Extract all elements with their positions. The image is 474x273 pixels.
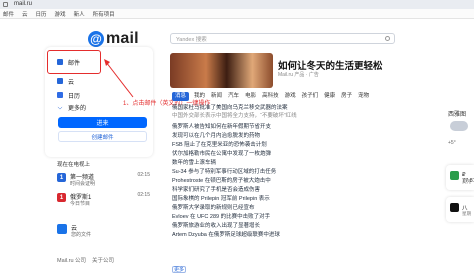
footer-link[interactable]: Mail.ru 公司 xyxy=(57,256,86,264)
news-item[interactable]: 俄国家杜马批准了美国向乌克兰移交武器的法案 xyxy=(172,104,422,112)
tv-row[interactable]: 1 第一频道 时间会证明 02:15 xyxy=(57,171,152,189)
news-item[interactable]: 数年的雪上滚车辆 xyxy=(172,159,422,167)
logo-text: mail xyxy=(106,30,139,47)
search-placeholder: Yandex 搜索 xyxy=(176,37,207,43)
footer: Mail.ru 公司 关于公司 xyxy=(57,256,114,264)
calendar-icon xyxy=(57,92,63,98)
tab-item[interactable]: 健康 xyxy=(323,92,336,101)
currency-label: 美元 xyxy=(462,179,471,184)
tab-item[interactable]: 电影 xyxy=(244,92,257,101)
bookmark-item[interactable]: 所有项目 xyxy=(93,10,115,18)
news-item[interactable]: Su-34 参与了特别军事行动区域的打击任务 xyxy=(172,168,422,176)
tv-title: 现在在电视上 xyxy=(57,162,91,168)
calendar-icon xyxy=(450,203,459,212)
bookmark-item[interactable]: 云 xyxy=(22,10,28,18)
tab-item[interactable]: 孩子们 xyxy=(301,92,320,101)
lock-icon xyxy=(3,2,8,7)
bookmarks-bar: 邮件 云 日历 游戏 新人 所有项目 xyxy=(0,9,474,19)
news-item[interactable]: Prohestroste 在顿巴斯的房子被大炮击中 xyxy=(172,177,422,185)
date-widget[interactable]: 八 星期 xyxy=(446,197,474,222)
news-item[interactable]: 发现可以在几个月内治愈脱发的药物 xyxy=(172,132,422,140)
cloud-icon xyxy=(57,224,67,234)
tab-news[interactable]: 消息 xyxy=(172,92,190,101)
show-time: 02:15 xyxy=(137,172,150,178)
tv-card: 现在在电视上 1 第一频道 时间会证明 02:15 1 俄罗斯1 今日节目 02… xyxy=(45,160,153,220)
currency-widget[interactable]: ₽ 77.81 美元 xyxy=(446,165,474,190)
news-item[interactable]: Artem Dzyuba 在俄罗斯足球超级联赛中进球 xyxy=(172,231,422,239)
service-label: 日历 xyxy=(68,93,81,100)
bookmark-item[interactable]: 游戏 xyxy=(55,10,66,18)
tab-item[interactable]: 高科技 xyxy=(261,92,280,101)
search-input[interactable]: Yandex 搜索 xyxy=(170,33,395,44)
search-icon[interactable] xyxy=(385,36,390,41)
chevron-down-icon xyxy=(57,104,63,110)
at-sign-icon: @ xyxy=(88,31,104,47)
hero-meta: Mail.ru 产品 · 广告 xyxy=(278,72,319,78)
more-news-button[interactable]: 更多 xyxy=(172,266,186,273)
show-name: 今日节目 xyxy=(70,201,91,207)
service-label: 更多的 xyxy=(68,105,87,112)
bookmark-item[interactable]: 邮件 xyxy=(3,10,14,18)
news-item[interactable]: 俄罗斯人被告知如何在新年假期节省开支 xyxy=(172,123,422,131)
footer-link[interactable]: 关于公司 xyxy=(92,256,114,264)
url-text[interactable]: mail.ru xyxy=(14,0,32,9)
highlight-box xyxy=(47,50,101,74)
bookmark-item[interactable]: 日历 xyxy=(36,10,47,18)
channel-logo: 1 xyxy=(57,193,66,202)
tab-item[interactable]: 游戏 xyxy=(284,92,297,101)
mail-logo[interactable]: @ mail xyxy=(88,30,139,48)
news-item[interactable]: 俄罗斯大学录取的新规则已经宣布 xyxy=(172,204,422,212)
show-name: 时间会证明 xyxy=(70,181,96,187)
cloud-icon xyxy=(57,78,63,84)
news-item[interactable]: 伏尔加格勒市民在公寓中发现了一枚炮弹 xyxy=(172,150,422,158)
channel-logo: 1 xyxy=(57,173,66,182)
news-tabs: 消息 我的 新闻 汽车 电影 高科技 游戏 孩子们 健康 房子 宠物 xyxy=(172,92,370,101)
tab-item[interactable]: 汽车 xyxy=(227,92,240,101)
cloud-weather-icon xyxy=(450,121,468,131)
news-item[interactable]: 科学家们研究了手机是否会造成伤害 xyxy=(172,186,422,194)
currency-icon xyxy=(450,171,459,180)
login-button[interactable]: 进来 xyxy=(58,117,147,128)
hero-title[interactable]: 如何让冬天的生活更轻松 xyxy=(278,58,383,72)
tab-item[interactable]: 新闻 xyxy=(210,92,223,101)
news-item[interactable]: Evloev 在 UFC 289 的比赛中击败了对手 xyxy=(172,213,422,221)
news-item[interactable]: 中国外交部长表示中国将全力支持，“不要破坏”红线 xyxy=(172,112,422,120)
news-item[interactable]: 国际象棋的 Prilepin 冠军前 Prilepin 表示 xyxy=(172,195,422,203)
tab-item[interactable]: 我的 xyxy=(193,92,206,101)
tv-row[interactable]: 1 俄罗斯1 今日节目 02:15 xyxy=(57,191,152,209)
weather-label[interactable]: 西雅图 xyxy=(448,109,466,118)
temperature: +5° xyxy=(448,140,456,146)
show-time: 02:15 xyxy=(137,192,150,198)
tab-item[interactable]: 房子 xyxy=(340,92,353,101)
news-item[interactable]: FSB 阻止了在克里米亚的恐怖袭击计划 xyxy=(172,141,422,149)
news-item[interactable]: 俄罗斯旅游业的收入出现了显著增长 xyxy=(172,222,422,230)
service-label: 云 xyxy=(68,79,75,86)
hero-image[interactable] xyxy=(170,53,273,88)
bookmark-item[interactable]: 新人 xyxy=(74,10,85,18)
date-label: 星期 xyxy=(462,211,471,216)
address-bar[interactable]: mail.ru xyxy=(0,0,474,9)
service-cloud[interactable]: 云 xyxy=(49,74,145,88)
cloud-subtitle: 您的文件 xyxy=(71,232,92,238)
create-mail-button[interactable]: 创建邮件 xyxy=(58,131,147,142)
cloud-card[interactable]: 云 您的文件 xyxy=(45,220,153,244)
tab-item[interactable]: 宠物 xyxy=(357,92,370,101)
